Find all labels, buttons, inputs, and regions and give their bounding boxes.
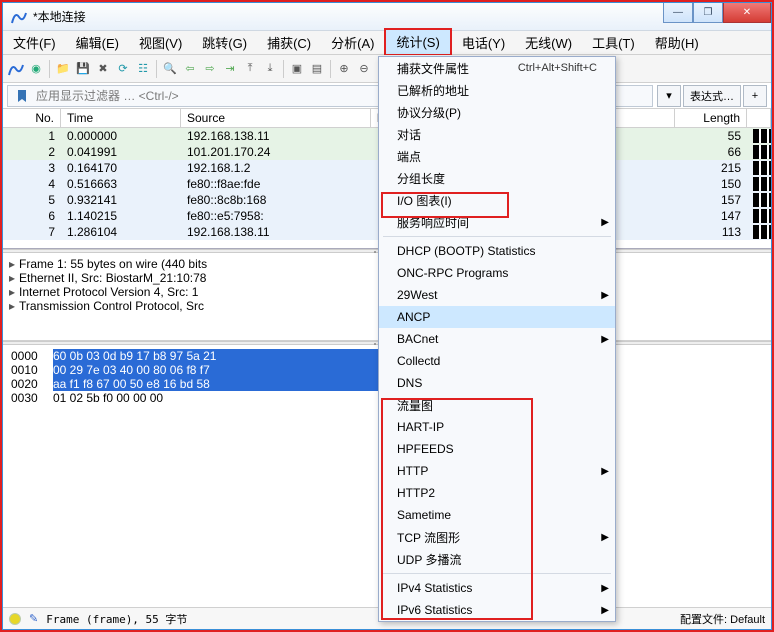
menu-item[interactable]: 端点 xyxy=(379,145,615,167)
expand-icon[interactable]: ▸ xyxy=(9,257,19,271)
first-icon[interactable]: ⤒ xyxy=(241,60,259,78)
col-time[interactable]: Time xyxy=(61,109,181,127)
menu-item[interactable]: 协议分级(P) xyxy=(379,101,615,123)
prev-icon[interactable]: ⇦ xyxy=(181,60,199,78)
profile-label[interactable]: 配置文件: Default xyxy=(680,611,765,627)
expand-icon[interactable]: ▸ xyxy=(9,271,19,285)
zoom-out-icon[interactable]: ⊖ xyxy=(355,60,373,78)
menu-item[interactable]: 29West▶ xyxy=(379,284,615,306)
expand-icon[interactable]: ▸ xyxy=(9,299,19,313)
menu-item[interactable]: HTTP2 xyxy=(379,482,615,504)
menu-item[interactable]: 流量图 xyxy=(379,394,615,416)
jump-icon[interactable]: ⇥ xyxy=(221,60,239,78)
menu-item[interactable]: 服务响应时间▶ xyxy=(379,211,615,233)
open-icon[interactable]: 📁 xyxy=(54,60,72,78)
minimize-button[interactable]: — xyxy=(663,3,693,23)
submenu-arrow-icon: ▶ xyxy=(601,290,609,301)
close-file-icon[interactable]: ✖ xyxy=(94,60,112,78)
menu-item[interactable]: IPv6 Statistics▶ xyxy=(379,599,615,621)
autoscroll-icon[interactable]: ▣ xyxy=(288,60,306,78)
menubar: 文件(F)编辑(E)视图(V)跳转(G)捕获(C)分析(A)统计(S)电话(Y)… xyxy=(3,31,771,55)
menu-item-10[interactable]: 帮助(H) xyxy=(645,31,709,55)
menu-item[interactable]: TCP 流图形▶ xyxy=(379,526,615,548)
menu-item[interactable]: ANCP xyxy=(379,306,615,328)
last-icon[interactable]: ⤓ xyxy=(261,60,279,78)
menu-separator xyxy=(383,236,611,237)
col-length[interactable]: Length xyxy=(675,109,747,127)
app-fin-icon xyxy=(11,9,27,25)
menu-item-7[interactable]: 电话(Y) xyxy=(452,31,515,55)
app-fin-icon[interactable] xyxy=(7,60,25,78)
bookmark-icon xyxy=(14,88,30,104)
shortcut-label: Ctrl+Alt+Shift+C xyxy=(518,62,597,74)
menu-item[interactable]: 捕获文件属性Ctrl+Alt+Shift+C xyxy=(379,57,615,79)
expert-info-icon[interactable] xyxy=(9,613,21,625)
add-filter-button[interactable]: + xyxy=(743,85,767,107)
close-button[interactable]: ✕ xyxy=(723,3,771,23)
col-no[interactable]: No. xyxy=(3,109,61,127)
submenu-arrow-icon: ▶ xyxy=(601,334,609,345)
menu-item[interactable]: IPv4 Statistics▶ xyxy=(379,577,615,599)
menu-item[interactable]: HTTP▶ xyxy=(379,460,615,482)
menu-item[interactable]: Collectd xyxy=(379,350,615,372)
submenu-arrow-icon: ▶ xyxy=(601,217,609,228)
menu-item[interactable]: 对话 xyxy=(379,123,615,145)
menu-item-2[interactable]: 视图(V) xyxy=(129,31,192,55)
submenu-arrow-icon: ▶ xyxy=(601,583,609,594)
menu-item-0[interactable]: 文件(F) xyxy=(3,31,66,55)
menu-item[interactable]: DHCP (BOOTP) Statistics xyxy=(379,240,615,262)
menu-item-9[interactable]: 工具(T) xyxy=(582,31,645,55)
menu-item[interactable]: HART-IP xyxy=(379,416,615,438)
menu-item[interactable]: 已解析的地址 xyxy=(379,79,615,101)
menu-item[interactable]: Sametime xyxy=(379,504,615,526)
filter-placeholder: 应用显示过滤器 … <Ctrl-/> xyxy=(36,87,179,104)
expand-icon[interactable]: ▸ xyxy=(9,285,19,299)
menu-item-5[interactable]: 分析(A) xyxy=(321,31,384,55)
submenu-arrow-icon: ▶ xyxy=(601,532,609,543)
menu-item-3[interactable]: 跳转(G) xyxy=(192,31,257,55)
expression-button[interactable]: 表达式… xyxy=(683,85,741,107)
menu-item-4[interactable]: 捕获(C) xyxy=(257,31,321,55)
menu-item[interactable]: DNS xyxy=(379,372,615,394)
menu-item[interactable]: BACnet▶ xyxy=(379,328,615,350)
settings-page-icon[interactable]: ☷ xyxy=(134,60,152,78)
menu-item[interactable]: 分组长度 xyxy=(379,167,615,189)
save-icon[interactable]: 💾 xyxy=(74,60,92,78)
col-bargraph xyxy=(747,109,771,127)
maximize-button[interactable]: ❐ xyxy=(693,3,723,23)
zoom-in-icon[interactable]: ⊕ xyxy=(335,60,353,78)
menu-item[interactable]: I/O 图表(I) xyxy=(379,189,615,211)
filter-dropdown-button[interactable]: ▾ xyxy=(657,85,681,107)
status-text: Frame (frame), 55 字节 xyxy=(46,611,187,627)
menu-item-6[interactable]: 统计(S) xyxy=(384,28,451,56)
capture-options-icon[interactable]: ◉ xyxy=(27,60,45,78)
edit-icon[interactable]: ✎ xyxy=(29,612,38,625)
menu-item[interactable]: ONC-RPC Programs xyxy=(379,262,615,284)
col-source[interactable]: Source xyxy=(181,109,371,127)
menu-separator xyxy=(383,573,611,574)
menu-item-1[interactable]: 编辑(E) xyxy=(66,31,129,55)
colorize-icon[interactable]: ▤ xyxy=(308,60,326,78)
submenu-arrow-icon: ▶ xyxy=(601,466,609,477)
find-icon[interactable]: 🔍 xyxy=(161,60,179,78)
menu-item-8[interactable]: 无线(W) xyxy=(515,31,582,55)
window-title: *本地连接 xyxy=(33,8,663,25)
menu-item[interactable]: HPFEEDS xyxy=(379,438,615,460)
menu-item[interactable]: UDP 多播流 xyxy=(379,548,615,570)
next-icon[interactable]: ⇨ xyxy=(201,60,219,78)
reload-icon[interactable]: ⟳ xyxy=(114,60,132,78)
statistics-menu-dropdown: 捕获文件属性Ctrl+Alt+Shift+C已解析的地址协议分级(P)对话端点分… xyxy=(378,56,616,622)
submenu-arrow-icon: ▶ xyxy=(601,605,609,616)
